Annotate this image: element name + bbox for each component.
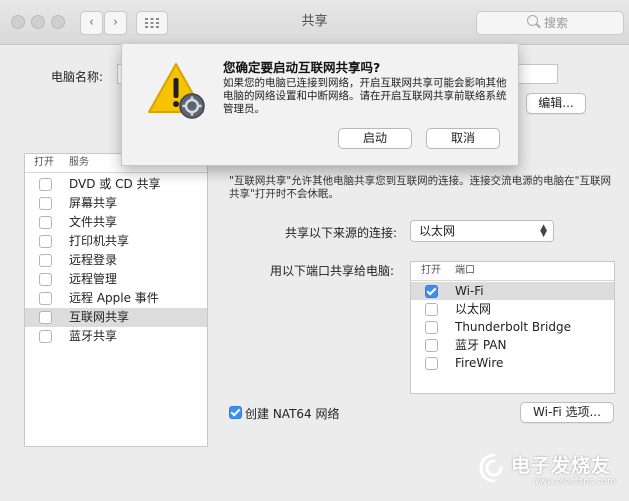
- cancel-button[interactable]: 取消: [426, 128, 500, 149]
- nat64-checkbox[interactable]: [229, 406, 242, 419]
- watermark-url: www.elecfans.com: [532, 477, 616, 487]
- computer-name-input-end[interactable]: [518, 64, 558, 84]
- port-checkbox[interactable]: [425, 321, 438, 334]
- port-checkbox[interactable]: [425, 285, 438, 298]
- confirm-internet-sharing-sheet: 您确定要启动互联网共享吗? 如果您的电脑已连接到网络，开启互联网共享可能会影响其…: [121, 44, 519, 166]
- service-row-remote-management[interactable]: 远程管理: [25, 270, 207, 289]
- service-label: 远程管理: [69, 272, 118, 286]
- column-header-service: 服务: [69, 157, 89, 168]
- title-bar: ‹ › 共享 搜索: [0, 0, 629, 45]
- port-label: FireWire: [455, 356, 504, 370]
- internet-sharing-description: "互联网共享"允许其他电脑共享您到互联网的连接。连接交流电源的电脑在"互联网共享…: [229, 175, 611, 200]
- service-checkbox[interactable]: [39, 216, 52, 229]
- service-row-remote-apple-events[interactable]: 远程 Apple 事件: [25, 289, 207, 308]
- service-checkbox[interactable]: [39, 273, 52, 286]
- alert-message: 如果您的电脑已连接到网络，开启互联网共享可能会影响其他电脑的网络设置和中断网络。…: [223, 77, 507, 115]
- nat64-label: 创建 NAT64 网络: [245, 407, 340, 421]
- port-label: Thunderbolt Bridge: [455, 320, 572, 334]
- alert-title: 您确定要启动互联网共享吗?: [223, 60, 381, 75]
- port-checkbox[interactable]: [425, 303, 438, 316]
- search-placeholder: 搜索: [544, 16, 569, 30]
- service-label: 远程 Apple 事件: [69, 291, 159, 305]
- service-row-printer-sharing[interactable]: 打印机共享: [25, 232, 207, 251]
- port-row-firewire[interactable]: FireWire: [411, 354, 614, 372]
- warning-icon: [148, 63, 205, 119]
- share-ports-label: 用以下端口共享给电脑:: [270, 264, 395, 278]
- service-label: 蓝牙共享: [69, 329, 118, 343]
- service-label: DVD 或 CD 共享: [69, 177, 161, 191]
- service-checkbox[interactable]: [39, 330, 52, 343]
- share-source-value: 以太网: [419, 224, 456, 238]
- column-header-port: 端口: [455, 265, 475, 276]
- search-icon: [527, 15, 538, 26]
- service-label: 打印机共享: [69, 234, 130, 248]
- column-header-on: 打开: [34, 157, 54, 168]
- share-source-select[interactable]: 以太网 ▲ ▼: [410, 220, 554, 242]
- sharing-window: ‹ › 共享 搜索 电脑名称: 编辑... 打开 服务 DVD 或 CD 共享 …: [0, 0, 629, 501]
- port-row-wifi[interactable]: Wi-Fi: [411, 282, 614, 300]
- start-button[interactable]: 启动: [338, 128, 412, 149]
- service-checkbox[interactable]: [39, 235, 52, 248]
- port-label: 以太网: [455, 302, 492, 316]
- service-checkbox[interactable]: [39, 292, 52, 305]
- share-source-label: 共享以下来源的连接:: [285, 226, 398, 240]
- service-label: 屏幕共享: [69, 196, 118, 210]
- port-label: 蓝牙 PAN: [455, 338, 507, 352]
- service-row-bluetooth-sharing[interactable]: 蓝牙共享: [25, 327, 207, 346]
- service-checkbox[interactable]: [39, 197, 52, 210]
- port-row-thunderbolt-bridge[interactable]: Thunderbolt Bridge: [411, 318, 614, 336]
- service-checkbox[interactable]: [39, 254, 52, 267]
- port-row-bluetooth-pan[interactable]: 蓝牙 PAN: [411, 336, 614, 354]
- port-row-ethernet[interactable]: 以太网: [411, 300, 614, 318]
- service-row-file-sharing[interactable]: 文件共享: [25, 213, 207, 232]
- select-arrows-icon: ▲ ▼: [540, 223, 547, 239]
- watermark: 电子发烧友 www.elecfans.com: [476, 446, 626, 496]
- column-header-on: 打开: [421, 265, 441, 276]
- port-checkbox[interactable]: [425, 339, 438, 352]
- service-label: 远程登录: [69, 253, 118, 267]
- service-row-dvd[interactable]: DVD 或 CD 共享: [25, 175, 207, 194]
- watermark-logo-icon: [479, 453, 503, 483]
- service-checkbox[interactable]: [39, 178, 52, 191]
- watermark-brand: 电子发烧友: [511, 455, 612, 477]
- service-row-remote-login[interactable]: 远程登录: [25, 251, 207, 270]
- services-list: 打开 服务 DVD 或 CD 共享 屏幕共享 文件共享 打印机共享 远程登录 远…: [24, 153, 208, 447]
- service-label: 文件共享: [69, 215, 118, 229]
- wifi-options-button[interactable]: Wi-Fi 选项...: [520, 402, 614, 423]
- service-row-screen-sharing[interactable]: 屏幕共享: [25, 194, 207, 213]
- computer-name-label: 电脑名称:: [51, 70, 104, 84]
- service-row-internet-sharing[interactable]: 互联网共享: [25, 308, 207, 327]
- ports-list-header: 打开 端口: [411, 262, 614, 281]
- edit-button[interactable]: 编辑...: [526, 93, 586, 114]
- port-checkbox[interactable]: [425, 357, 438, 370]
- port-label: Wi-Fi: [455, 284, 484, 298]
- service-label: 互联网共享: [69, 310, 130, 324]
- search-field[interactable]: 搜索: [476, 11, 624, 35]
- service-checkbox[interactable]: [39, 311, 52, 324]
- ports-list: 打开 端口 Wi-Fi 以太网 Thunderbolt Bridge 蓝牙 PA…: [410, 261, 615, 394]
